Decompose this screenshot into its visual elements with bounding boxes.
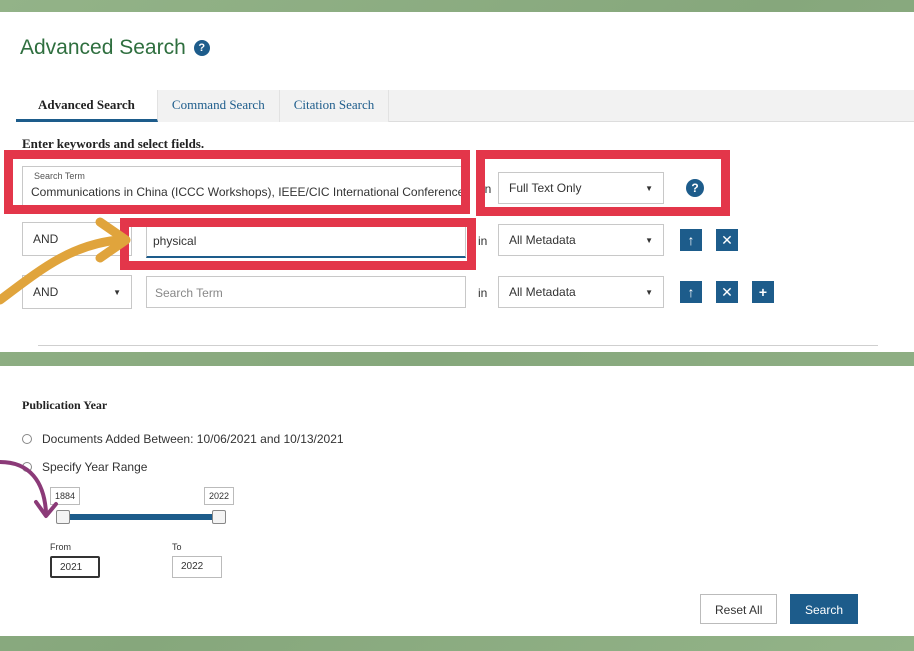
field-select-2[interactable]: All Metadata ▼ [498,224,664,256]
search-tabs: Advanced Search Command Search Citation … [16,90,914,122]
remove-row-button[interactable]: ✕ [716,229,738,251]
operator-value: AND [33,232,59,246]
operator-select-3[interactable]: AND ▼ [22,275,132,309]
divider [38,345,878,346]
from-year-input[interactable]: 2021 [50,556,100,578]
help-icon[interactable]: ? [193,40,210,56]
move-up-button[interactable]: ↑ [680,229,702,251]
option-specify-range[interactable]: Specify Year Range [22,460,147,474]
field-select-value: All Metadata [509,285,576,299]
slider-max-handle[interactable] [212,510,226,524]
tab-citation-search[interactable]: Citation Search [279,90,390,122]
tab-command-search[interactable]: Command Search [157,90,280,122]
tab-advanced-search[interactable]: Advanced Search [16,90,158,122]
in-label-3: in [478,286,488,300]
slider-max-tooltip: 2022 [204,487,235,505]
radio-button[interactable] [22,434,32,444]
arrow-up-icon: ↑ [687,284,695,300]
field-select-3[interactable]: All Metadata ▼ [498,276,664,308]
search-term-value: Communications in China (ICCC Workshops)… [31,185,463,199]
field-select-1[interactable]: Full Text Only ▼ [498,172,664,204]
search-term-field-3[interactable]: Search Term [146,276,466,308]
to-year-input[interactable]: 2022 [172,556,222,578]
chevron-down-icon: ▼ [645,183,653,193]
in-label-1: in [482,182,492,196]
in-label-2: in [478,234,488,248]
chevron-down-icon: ▼ [645,287,653,297]
search-button[interactable]: Search [790,594,859,624]
help-icon[interactable]: ? [686,179,704,197]
chevron-down-icon: ▼ [113,234,121,244]
chevron-down-icon: ▼ [645,235,653,245]
add-row-button[interactable]: + [752,281,774,303]
remove-row-button[interactable]: ✕ [716,281,738,303]
search-term-value: physical [153,234,197,248]
option-label: Documents Added Between: 10/06/2021 and … [42,432,344,446]
tab-bar-spacer [389,90,914,122]
page-title-text: Advanced Search [20,36,186,59]
radio-button[interactable] [22,462,32,472]
reset-all-button[interactable]: Reset All [700,594,778,624]
from-label: From [50,542,71,552]
option-label: Specify Year Range [42,460,148,474]
search-term-field-2[interactable]: physical [146,224,466,258]
to-label: To [172,542,182,552]
search-term-placeholder: Search Term [155,286,223,300]
move-up-button[interactable]: ↑ [680,281,702,303]
slider-min-handle[interactable] [56,510,70,524]
operator-select-2[interactable]: AND ▼ [22,222,132,256]
operator-value: AND [33,285,59,299]
field-select-value: All Metadata [509,233,576,247]
publication-year-title: Publication Year [22,398,108,412]
page-title: Advanced Search ? [20,36,210,60]
slider-min-tooltip: 1884 [50,487,81,505]
option-documents-added[interactable]: Documents Added Between: 10/06/2021 and … [22,432,344,446]
close-icon: ✕ [721,232,733,248]
form-instruction: Enter keywords and select fields. [22,136,205,151]
chevron-down-icon: ▼ [113,287,121,297]
plus-icon: + [758,284,768,300]
search-term-label: Search Term [31,171,88,181]
close-icon: ✕ [721,284,733,300]
arrow-up-icon: ↑ [687,232,695,248]
search-term-field-1[interactable]: Search Term Communications in China (ICC… [22,166,463,208]
year-range-slider[interactable] [62,514,220,520]
field-select-value: Full Text Only [509,181,582,195]
